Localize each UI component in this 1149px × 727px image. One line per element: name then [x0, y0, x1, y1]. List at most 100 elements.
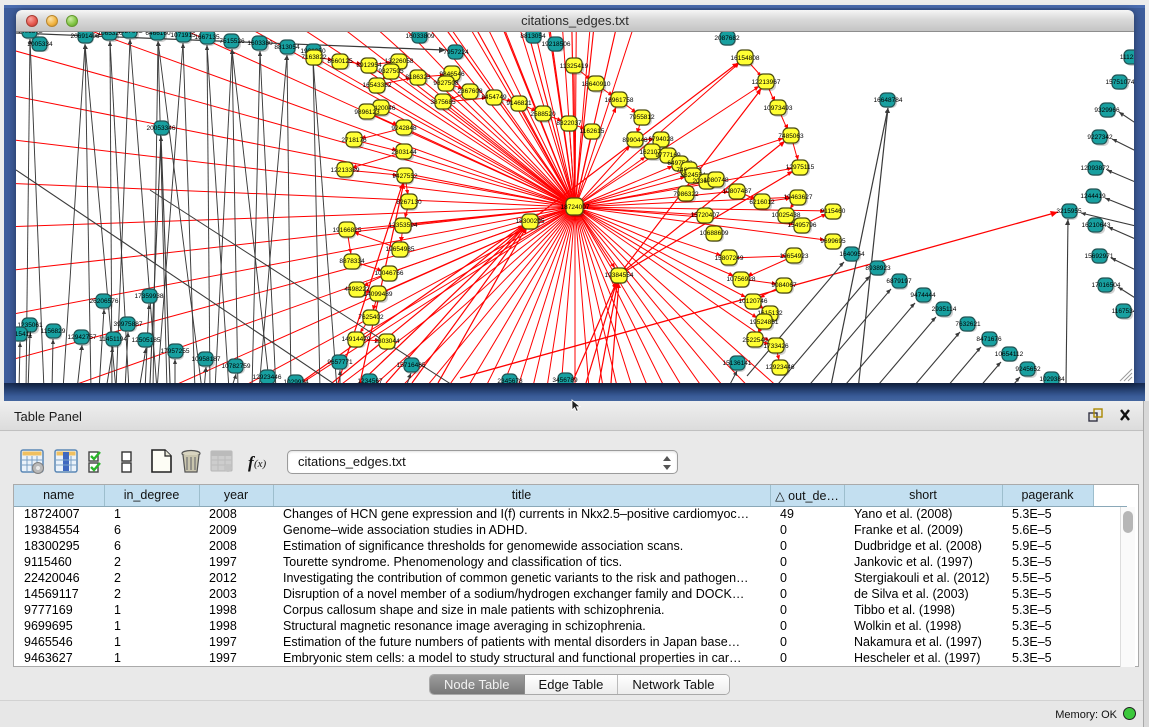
svg-text:17359938: 17359938 [135, 293, 164, 300]
svg-text:16033809: 16033809 [406, 33, 435, 40]
svg-text:26206576: 26206576 [90, 298, 119, 305]
svg-text:12213389: 12213389 [331, 167, 360, 174]
svg-text:14099489: 14099489 [364, 291, 393, 298]
svg-text:15136141: 15136141 [723, 360, 752, 367]
svg-text:9227342: 9227342 [1087, 134, 1113, 141]
svg-text:9245652: 9245652 [1015, 366, 1041, 373]
svg-text:10756928: 10756928 [727, 276, 756, 283]
svg-text:8267130: 8267130 [396, 199, 422, 206]
svg-text:7485063: 7485063 [778, 133, 804, 140]
svg-text:12923446: 12923446 [766, 364, 795, 371]
svg-text:1405572: 1405572 [17, 32, 43, 35]
svg-text:16210643: 16210643 [1082, 222, 1111, 229]
svg-text:9699695: 9699695 [820, 238, 846, 245]
svg-text:8813054: 8813054 [520, 33, 546, 40]
svg-text:12975115: 12975115 [786, 164, 815, 171]
svg-text:10688609: 10688609 [700, 230, 729, 237]
svg-text:39975887: 39975887 [114, 321, 143, 328]
svg-text:18640910: 18640910 [582, 81, 611, 88]
svg-text:1112345: 1112345 [1120, 54, 1134, 61]
svg-text:7957224: 7957224 [443, 49, 469, 56]
svg-text:9327505: 9327505 [378, 68, 404, 75]
svg-text:1029384: 1029384 [1039, 376, 1065, 383]
svg-text:19463627: 19463627 [784, 194, 813, 201]
svg-text:1080748: 1080748 [703, 177, 729, 184]
svg-text:1527602: 1527602 [117, 32, 143, 35]
svg-text:9327508: 9327508 [433, 80, 459, 87]
svg-text:9146821: 9146821 [506, 100, 532, 107]
svg-text:2935114: 2935114 [932, 306, 957, 313]
svg-text:8454749: 8454749 [481, 94, 507, 101]
svg-text:9242848: 9242848 [391, 125, 417, 132]
svg-text:19384554: 19384554 [605, 272, 634, 279]
svg-text:6216012: 6216012 [749, 199, 775, 206]
svg-text:10025438: 10025438 [772, 212, 801, 219]
svg-text:9896123: 9896123 [354, 109, 380, 116]
svg-text:8660125: 8660125 [327, 58, 353, 65]
svg-text:9427552: 9427552 [392, 173, 418, 180]
svg-text:1733426: 1733426 [763, 343, 789, 350]
svg-text:11451194: 11451194 [99, 336, 127, 343]
svg-text:9657771: 9657771 [327, 359, 353, 366]
svg-text:12353594: 12353594 [389, 222, 418, 229]
svg-text:15692971: 15692971 [1085, 253, 1114, 260]
svg-text:16961758: 16961758 [605, 97, 634, 104]
svg-text:1667135: 1667135 [194, 34, 220, 41]
svg-text:19166825: 19166825 [333, 227, 362, 234]
svg-text:2588520: 2588520 [530, 111, 556, 118]
svg-text:12093872: 12093872 [1081, 165, 1110, 172]
svg-text:10958187: 10958187 [192, 356, 221, 363]
svg-text:10046766: 10046766 [375, 270, 404, 277]
svg-text:12505185: 12505185 [132, 337, 161, 344]
svg-text:15751074: 15751074 [1106, 79, 1134, 86]
svg-text:19218506: 19218506 [542, 41, 571, 48]
svg-text:20053346: 20053346 [147, 125, 176, 132]
svg-text:9329966: 9329966 [1094, 107, 1120, 114]
svg-text:15807249: 15807249 [715, 255, 744, 262]
svg-text:6466160: 6466160 [145, 32, 171, 37]
svg-text:2005334: 2005334 [27, 41, 53, 48]
svg-text:8322037: 8322037 [556, 120, 582, 127]
svg-text:1640954: 1640954 [839, 251, 865, 258]
svg-text:2345678: 2345678 [497, 378, 523, 383]
svg-text:18724007: 18724007 [561, 204, 590, 211]
svg-text:1234567: 1234567 [357, 378, 383, 383]
svg-text:1029934: 1029934 [283, 379, 309, 383]
svg-text:16154808: 16154808 [731, 55, 760, 62]
svg-text:8471676: 8471676 [976, 336, 1002, 343]
svg-text:3875685: 3875685 [430, 99, 456, 106]
svg-text:14914479: 14914479 [342, 336, 371, 343]
svg-text:11325419: 11325419 [560, 63, 589, 70]
svg-text:2367608: 2367608 [457, 88, 483, 95]
svg-text:8990448: 8990448 [622, 137, 648, 144]
svg-text:7632621: 7632621 [955, 321, 981, 328]
svg-text:3456789: 3456789 [552, 377, 578, 383]
svg-text:15495796: 15495796 [788, 222, 817, 229]
svg-text:1071915: 1071915 [170, 32, 196, 39]
svg-text:16543382: 16543382 [363, 82, 392, 89]
svg-text:10807487: 10807487 [723, 188, 752, 195]
svg-text:1603380: 1603380 [247, 40, 273, 47]
svg-text:7163822: 7163822 [301, 54, 327, 61]
svg-text:19654985: 19654985 [386, 246, 415, 253]
svg-text:3915411: 3915411 [16, 331, 33, 338]
svg-text:10782759: 10782759 [222, 363, 251, 370]
svg-text:17016504: 17016504 [1092, 282, 1121, 289]
svg-text:10120746: 10120746 [739, 298, 768, 305]
svg-text:17957255: 17957255 [161, 348, 190, 355]
svg-text:12213967: 12213967 [752, 79, 781, 86]
svg-text:18300295: 18300295 [516, 218, 545, 225]
svg-text:1156829: 1156829 [41, 328, 66, 335]
svg-text:10973493: 10973493 [764, 105, 793, 112]
svg-text:2803144: 2803144 [391, 149, 417, 156]
svg-text:7986322: 7986322 [673, 191, 699, 198]
svg-text:8878334: 8878334 [339, 258, 365, 265]
svg-text:12942757: 12942757 [68, 334, 97, 341]
svg-text:15720407: 15720407 [691, 212, 720, 219]
svg-text:7515526: 7515526 [219, 38, 245, 45]
svg-text:19524851: 19524851 [750, 319, 779, 326]
svg-text:6794028: 6794028 [648, 136, 674, 143]
svg-text:(x): (x) [254, 458, 267, 470]
svg-text:1244419: 1244419 [1080, 193, 1106, 200]
svg-text:9084067: 9084067 [771, 282, 797, 289]
